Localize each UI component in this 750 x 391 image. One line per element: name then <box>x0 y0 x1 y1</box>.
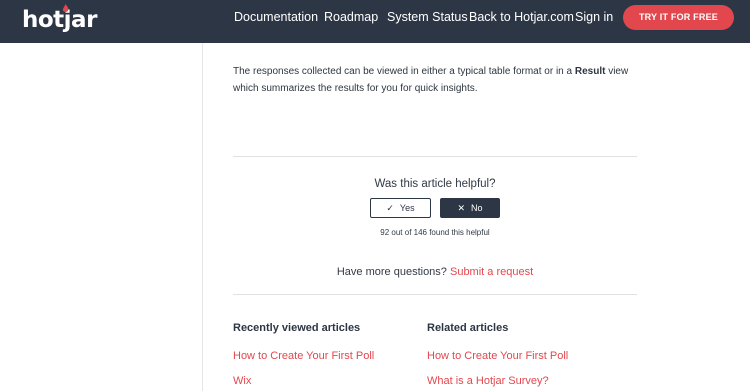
helpful-question: Was this article helpful? <box>374 178 496 190</box>
vote-yes-button[interactable]: ✓ Yes <box>370 198 431 218</box>
recently-viewed-link[interactable]: Wix <box>233 375 251 387</box>
hotjar-logo[interactable]: hotjar <box>22 4 97 35</box>
bold-result-text: Result <box>574 66 606 77</box>
vote-no-button[interactable]: ✕ No <box>440 198 500 218</box>
related-articles-title: Related articles <box>427 322 509 334</box>
recently-viewed-title: Recently viewed articles <box>233 322 361 334</box>
top-navigation-bar: hotjar Documentation Roadmap System Stat… <box>0 0 750 43</box>
divider-top <box>233 156 637 157</box>
recently-viewed-link[interactable]: How to Create Your First Poll <box>233 350 374 362</box>
divider-bottom <box>233 294 637 295</box>
nav-documentation[interactable]: Documentation <box>234 0 318 43</box>
yes-label: Yes <box>399 203 415 213</box>
related-article-link[interactable]: What is a Hotjar Survey? <box>427 375 549 387</box>
nav-sign-in[interactable]: Sign in <box>575 0 613 43</box>
article-paragraph: The responses collected can be viewed in… <box>233 66 629 94</box>
nav-roadmap[interactable]: Roadmap <box>324 0 378 43</box>
related-article-link[interactable]: How to Create Your First Poll <box>427 350 568 362</box>
check-icon: ✓ <box>386 203 394 213</box>
logo-text: hotjar <box>22 7 97 33</box>
x-icon: ✕ <box>457 203 466 213</box>
no-label: No <box>471 203 483 213</box>
more-questions-text: Have more questions? <box>336 266 447 278</box>
nav-back-to-hotjar[interactable]: Back to Hotjar.com <box>469 0 574 43</box>
helpful-count: 92 out of 146 found this helpful <box>380 228 490 237</box>
more-questions: Have more questions? Submit a request <box>233 266 637 278</box>
try-it-for-free-button[interactable]: TRY IT FOR FREE <box>623 5 734 30</box>
nav-system-status[interactable]: System Status <box>387 0 468 43</box>
submit-request-link[interactable]: Submit a request <box>450 266 533 278</box>
flame-icon <box>62 4 69 12</box>
sidebar-divider <box>202 43 203 391</box>
